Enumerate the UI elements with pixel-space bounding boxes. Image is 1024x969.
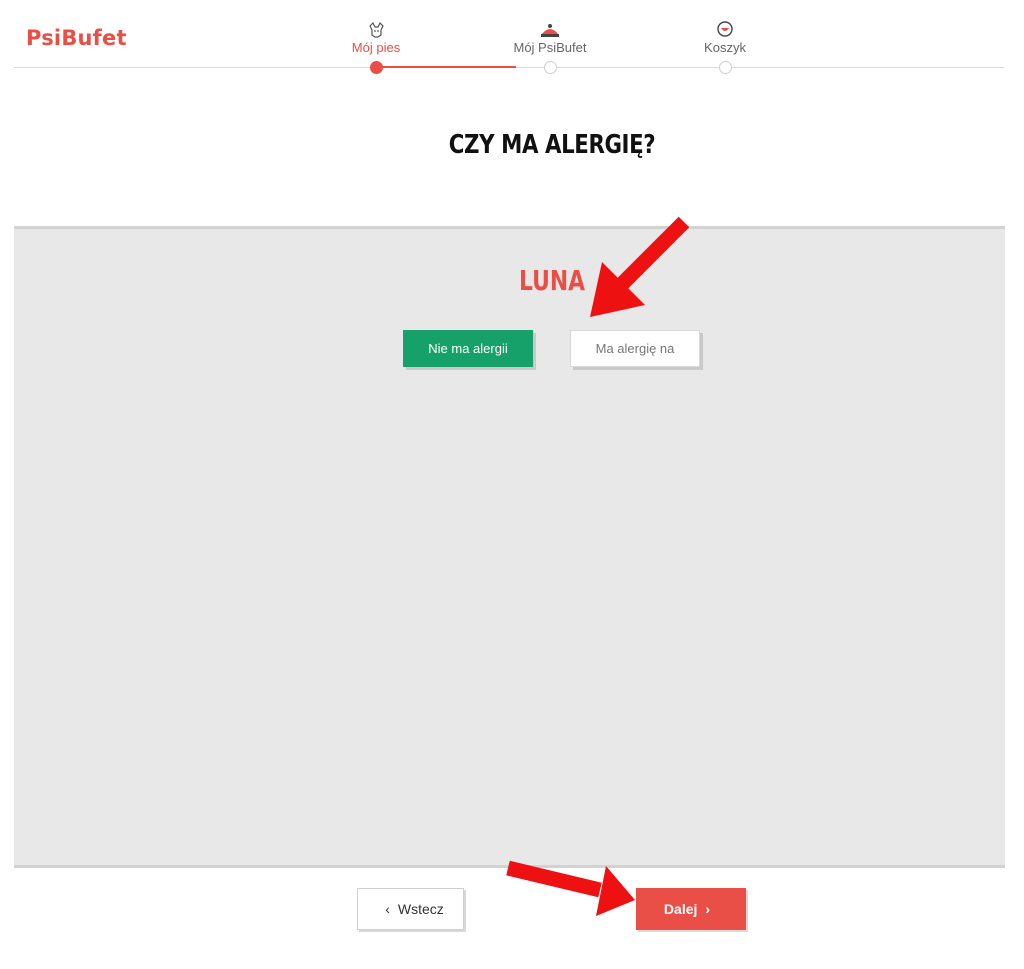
annotation-arrow-icon [590, 216, 690, 317]
step-koszyk[interactable]: Koszyk [665, 18, 785, 56]
step-moj-pies[interactable]: Mój pies [316, 18, 436, 56]
chevron-left-icon: ‹ [385, 901, 390, 917]
progress-fill [376, 66, 516, 68]
chevron-right-icon: › [705, 901, 711, 917]
back-label: Wstecz [397, 901, 444, 917]
next-button[interactable]: Dalej › [636, 888, 746, 930]
brand-logo[interactable]: PsiBufet [26, 26, 127, 50]
step-label: Mój pies [351, 40, 401, 55]
step-dot-1 [369, 61, 383, 74]
annotation-arrow-icon [506, 860, 635, 916]
allergy-panel [14, 226, 1005, 868]
basket-icon [717, 21, 733, 37]
has-allergy-button[interactable]: Ma alergię na [570, 330, 700, 367]
step-dot-3 [718, 61, 732, 74]
dog-icon [369, 21, 384, 38]
step-label: Mój PsiBufet [513, 40, 587, 55]
food-bowl-icon [541, 24, 559, 37]
next-label: Dalej [663, 901, 698, 917]
step-moj-psibufet[interactable]: Mój PsiBufet [490, 18, 610, 56]
step-dot-2 [543, 61, 557, 74]
back-button[interactable]: ‹ Wstecz [357, 888, 464, 930]
step-label: Koszyk [704, 40, 746, 55]
dog-name: LUNA [518, 264, 586, 297]
no-allergy-button[interactable]: Nie ma alergii [403, 330, 533, 367]
page-title: CZY MA ALERGIĘ? [448, 130, 656, 160]
